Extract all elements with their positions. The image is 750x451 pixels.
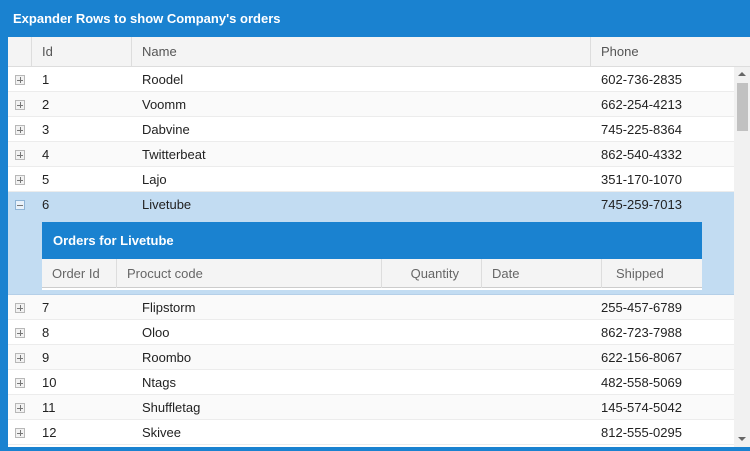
cell-name: Oloo xyxy=(142,325,170,340)
table-row[interactable]: 12 Skivee 812-555-0295 xyxy=(8,420,734,445)
cell-id: 10 xyxy=(42,375,57,390)
row-expander[interactable] xyxy=(8,92,32,117)
cell-id: 11 xyxy=(42,400,56,415)
cell-phone: 351-170-1070 xyxy=(601,172,682,187)
table-row[interactable]: 11 Shuffletag 145-574-5042 xyxy=(8,395,734,420)
cell-phone: 745-225-8364 xyxy=(601,122,682,137)
column-header-phone[interactable]: Phone xyxy=(591,37,750,67)
row-expander[interactable] xyxy=(8,117,32,142)
plus-icon[interactable] xyxy=(15,175,25,185)
plus-icon[interactable] xyxy=(15,303,25,313)
cell-id: 2 xyxy=(42,97,50,112)
table-row[interactable]: 5 Lajo 351-170-1070 xyxy=(8,167,734,192)
subgrid-header: Order Id Procuct code Quantity Date Ship… xyxy=(42,259,702,288)
cell-phone: 622-156-8067 xyxy=(601,350,682,365)
cell-phone: 662-254-4213 xyxy=(601,97,682,112)
cell-name: Roodel xyxy=(142,72,184,87)
cell-name: Dabvine xyxy=(142,122,190,137)
table-row[interactable]: 4 Twitterbeat 862-540-4332 xyxy=(8,142,734,167)
row-expander[interactable] xyxy=(8,395,32,420)
cell-phone: 482-558-5069 xyxy=(601,375,682,390)
scroll-up-arrow-icon[interactable] xyxy=(734,67,750,81)
plus-icon[interactable] xyxy=(15,403,25,413)
cell-id: 9 xyxy=(42,350,50,365)
cell-id: 8 xyxy=(42,325,50,340)
row-expander[interactable] xyxy=(8,142,32,167)
cell-phone: 862-723-7988 xyxy=(601,325,682,340)
table-row[interactable]: 2 Voomm 662-254-4213 xyxy=(8,92,734,117)
cell-id: 3 xyxy=(42,122,50,137)
cell-name: Voomm xyxy=(142,97,187,112)
table-row[interactable]: 3 Dabvine 745-225-8364 xyxy=(8,117,734,142)
orders-subgrid: Orders for Livetube Order Id Procuct cod… xyxy=(42,222,702,290)
plus-icon[interactable] xyxy=(15,75,25,85)
plus-icon[interactable] xyxy=(15,125,25,135)
cell-name: Shuffletag xyxy=(142,400,201,415)
subgrid-caption: Orders for Livetube xyxy=(42,222,702,259)
table-row-expanded[interactable]: 6 Livetube 745-259-7013 xyxy=(8,192,734,217)
cell-phone: 745-259-7013 xyxy=(601,197,682,212)
minus-icon[interactable] xyxy=(15,200,25,210)
scroll-down-arrow-icon[interactable] xyxy=(734,433,750,447)
column-header-id[interactable]: Id xyxy=(32,37,132,67)
table-row[interactable]: 9 Roombo 622-156-8067 xyxy=(8,345,734,370)
cell-phone: 862-540-4332 xyxy=(601,147,682,162)
expander-header xyxy=(8,37,32,67)
table-row[interactable]: 7 Flipstorm 255-457-6789 xyxy=(8,295,734,320)
cell-phone: 255-457-6789 xyxy=(601,300,682,315)
row-expander[interactable] xyxy=(8,370,32,395)
cell-phone: 602-736-2835 xyxy=(601,72,682,87)
row-detail: Orders for Livetube Order Id Procuct cod… xyxy=(8,217,734,295)
table-row[interactable]: 1 Roodel 602-736-2835 xyxy=(8,67,734,92)
row-expander[interactable] xyxy=(8,167,32,192)
column-header-shipped[interactable]: Shipped xyxy=(602,259,702,288)
cell-name: Skivee xyxy=(142,425,182,440)
cell-id: 12 xyxy=(42,425,57,440)
cell-name: Flipstorm xyxy=(142,300,196,315)
plus-icon[interactable] xyxy=(15,378,25,388)
cell-name: Lajo xyxy=(142,172,167,187)
row-expander[interactable] xyxy=(8,295,32,320)
row-expander[interactable] xyxy=(8,345,32,370)
cell-name: Ntags xyxy=(142,375,176,390)
column-header-product-code[interactable]: Procuct code xyxy=(117,259,382,288)
plus-icon[interactable] xyxy=(15,100,25,110)
plus-icon[interactable] xyxy=(15,353,25,363)
vertical-scrollbar[interactable] xyxy=(734,67,750,447)
column-header-name[interactable]: Name xyxy=(132,37,591,67)
cell-id: 7 xyxy=(42,300,50,315)
cell-id: 6 xyxy=(42,197,50,212)
grid-header: Id Name Phone xyxy=(8,37,750,67)
column-header-quantity[interactable]: Quantity xyxy=(382,259,482,288)
scrollbar-thumb[interactable] xyxy=(737,83,748,131)
row-expander[interactable] xyxy=(8,320,32,345)
column-header-order-id[interactable]: Order Id xyxy=(42,259,117,288)
grid-rows: 1 Roodel 602-736-2835 2 Voomm 662-254-42… xyxy=(8,67,734,445)
cell-phone: 812-555-0295 xyxy=(601,425,682,440)
cell-name: Livetube xyxy=(142,197,192,212)
orders-grid: Expander Rows to show Company's orders I… xyxy=(0,0,750,451)
cell-name: Roombo xyxy=(142,350,192,365)
grid-body: Id Name Phone 1 Roodel 602-736-2835 2 Vo… xyxy=(8,37,750,447)
cell-name: Twitterbeat xyxy=(142,147,206,162)
cell-id: 5 xyxy=(42,172,50,187)
table-row[interactable]: 10 Ntags 482-558-5069 xyxy=(8,370,734,395)
cell-phone: 145-574-5042 xyxy=(601,400,682,415)
plus-icon[interactable] xyxy=(15,328,25,338)
row-expander[interactable] xyxy=(8,420,32,445)
table-row[interactable]: 8 Oloo 862-723-7988 xyxy=(8,320,734,345)
plus-icon[interactable] xyxy=(15,150,25,160)
plus-icon[interactable] xyxy=(15,428,25,438)
cell-id: 4 xyxy=(42,147,50,162)
row-expander[interactable] xyxy=(8,67,32,92)
grid-caption: Expander Rows to show Company's orders xyxy=(4,0,750,37)
column-header-date[interactable]: Date xyxy=(482,259,602,288)
row-expander[interactable] xyxy=(8,192,32,217)
cell-id: 1 xyxy=(42,72,50,87)
